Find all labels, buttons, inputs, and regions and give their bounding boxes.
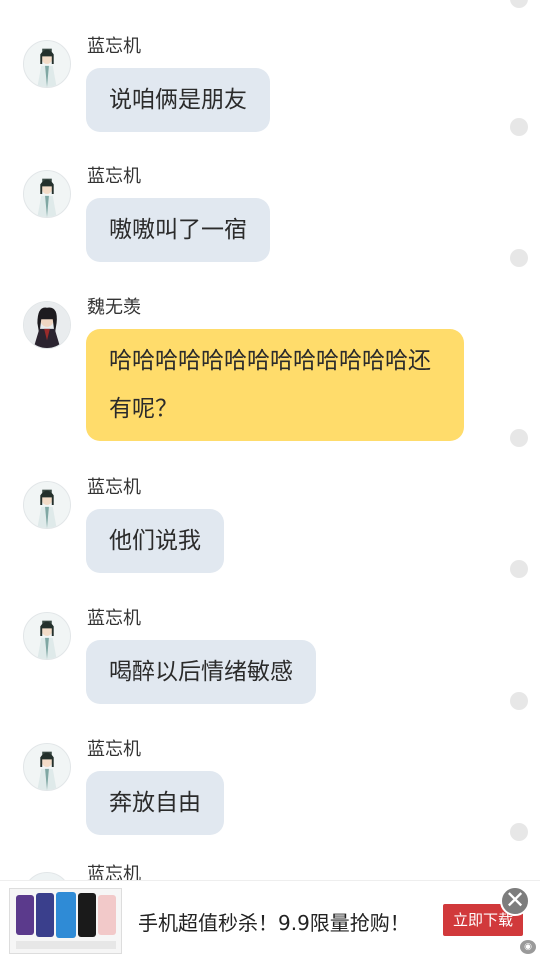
lanwangji-avatar[interactable] [23,612,71,660]
message-bubble[interactable]: 奔放自由 [86,771,224,835]
ad-product-image[interactable] [9,888,122,954]
lanwangji-avatar[interactable] [23,40,71,88]
message-bubble[interactable]: 说咱俩是朋友 [86,68,270,132]
ad-banner[interactable]: 手机超值秒杀！9.9限量抢购！ 立即下载 [0,880,540,960]
read-status-dot [510,560,528,578]
weiwuxian-avatar[interactable] [23,301,71,349]
message-bubble[interactable]: 哈哈哈哈哈哈哈哈哈哈哈哈哈还有呢？ [86,329,464,441]
sender-name: 蓝忘机 [87,739,141,760]
read-status-dot [510,429,528,447]
read-status-dot [510,118,528,136]
lanwangji-avatar[interactable] [23,743,71,791]
message-bubble[interactable]: 嗷嗷叫了一宿 [86,198,270,262]
read-status-dot [510,692,528,710]
sender-name: 蓝忘机 [87,477,141,498]
lanwangji-avatar[interactable] [23,170,71,218]
ad-mark-icon: ◉ [520,940,536,954]
read-status-dot [510,249,528,267]
close-icon[interactable]: ✕ [500,886,530,916]
ad-headline[interactable]: 手机超值秒杀！9.9限量抢购！ [138,907,410,936]
read-status-dot [510,823,528,841]
message-bubble[interactable]: 喝醉以后情绪敏感 [86,640,316,704]
sender-name: 蓝忘机 [87,608,141,629]
lanwangji-avatar[interactable] [23,481,71,529]
sender-name: 蓝忘机 [87,36,141,57]
message-bubble[interactable]: 他们说我 [86,509,224,573]
read-status-dot [510,0,528,8]
sender-name: 魏无羡 [87,297,141,318]
sender-name: 蓝忘机 [87,166,141,187]
